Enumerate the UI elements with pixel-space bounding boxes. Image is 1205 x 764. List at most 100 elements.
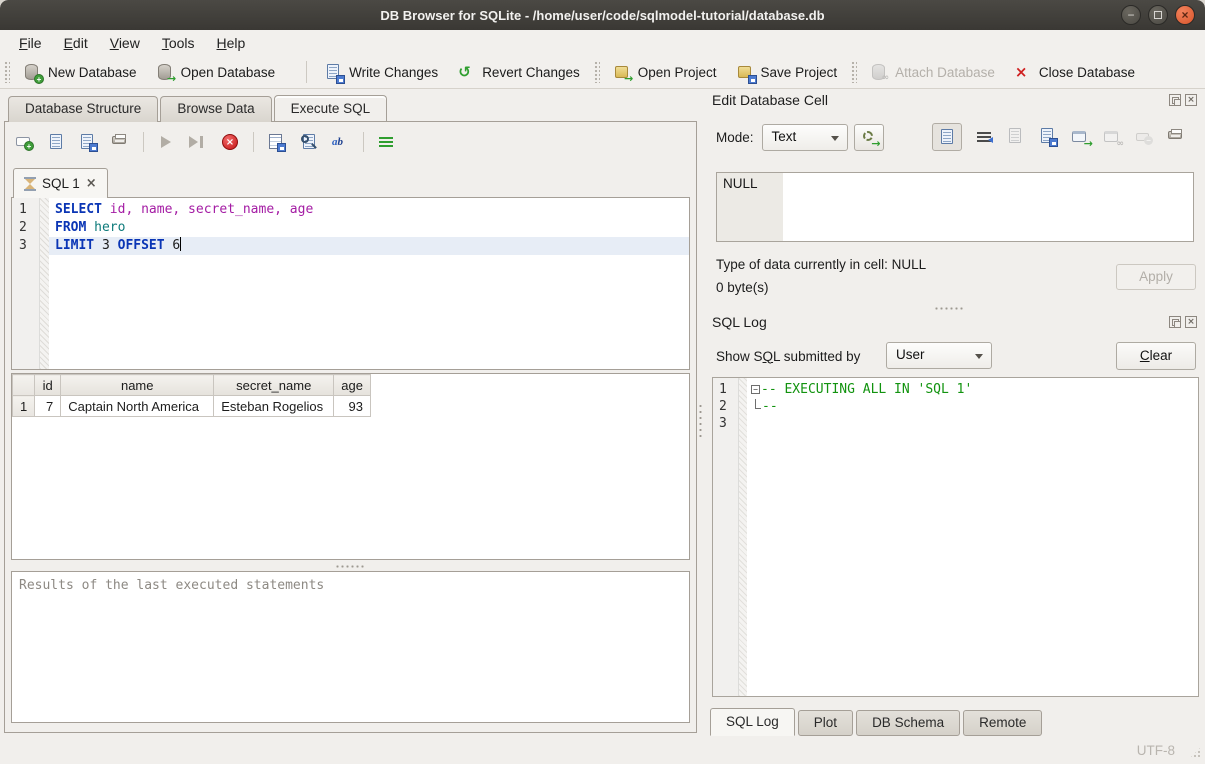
tab-database-structure[interactable]: Database Structure bbox=[8, 96, 158, 122]
menu-tools[interactable]: Tools bbox=[151, 32, 206, 54]
float-dock-icon[interactable] bbox=[1169, 94, 1181, 106]
sql-code-editor[interactable]: 1 2 3 SELECT id, name, secret_name, age … bbox=[11, 197, 690, 370]
sql-log-view[interactable]: 1 2 3 -- EXECUTING ALL IN 'SQL 1' -- bbox=[712, 377, 1199, 697]
cell-id[interactable]: 7 bbox=[35, 396, 61, 417]
word-wrap-icon bbox=[977, 132, 991, 142]
dock-tab-remote[interactable]: Remote bbox=[963, 710, 1042, 736]
export-data-button[interactable] bbox=[1039, 128, 1058, 147]
column-header-age[interactable]: age bbox=[334, 375, 371, 396]
dock-tab-plot[interactable]: Plot bbox=[798, 710, 853, 736]
toolbar-drag-handle[interactable] bbox=[594, 61, 600, 83]
cell-value-editor[interactable]: NULL bbox=[716, 172, 1194, 242]
find-icon[interactable] bbox=[299, 133, 318, 152]
code-line-current: LIMIT 3 OFFSET 6 bbox=[49, 237, 689, 255]
tab-execute-sql[interactable]: Execute SQL bbox=[274, 95, 388, 121]
sql-document-tab[interactable]: SQL 1 × bbox=[13, 168, 108, 198]
toolbar-separator bbox=[363, 132, 364, 152]
toolbar-drag-handle[interactable] bbox=[851, 61, 857, 83]
sql-code-area[interactable]: SELECT id, name, secret_name, age FROM h… bbox=[49, 198, 689, 369]
results-grid: id name secret_name age 1 7 Captain Nort… bbox=[11, 373, 690, 560]
db-browser-window: DB Browser for SQLite - /home/user/code/… bbox=[0, 0, 1205, 764]
results-message-box[interactable]: Results of the last executed statements bbox=[11, 571, 690, 723]
apply-button: Apply bbox=[1116, 264, 1196, 290]
log-line bbox=[749, 415, 1198, 432]
dock-tab-db-schema[interactable]: DB Schema bbox=[856, 710, 960, 736]
window-title: DB Browser for SQLite - /home/user/code/… bbox=[380, 8, 824, 23]
close-sql-tab-icon[interactable]: × bbox=[86, 177, 97, 190]
save-sql-file-icon[interactable] bbox=[79, 133, 98, 152]
close-dock-icon[interactable]: × bbox=[1185, 316, 1197, 328]
execute-current-line-icon bbox=[189, 133, 208, 152]
tab-browse-data[interactable]: Browse Data bbox=[160, 96, 271, 122]
find-replace-icon[interactable]: ab bbox=[331, 133, 350, 152]
column-header-secret-name[interactable]: secret_name bbox=[214, 375, 334, 396]
right-dock: Edit Database Cell × Mode: Text → → ∞ NU… bbox=[704, 90, 1203, 738]
cell-size-text: 0 byte(s) bbox=[716, 280, 769, 295]
open-external-button[interactable]: → bbox=[1071, 128, 1090, 147]
set-null-button bbox=[1135, 128, 1154, 147]
menu-file[interactable]: File bbox=[8, 32, 53, 54]
minimize-button[interactable]: − bbox=[1121, 5, 1141, 25]
cell-edit-area[interactable] bbox=[783, 173, 1193, 241]
mode-select[interactable]: Text bbox=[762, 124, 848, 151]
write-changes-icon bbox=[325, 64, 342, 81]
menu-view[interactable]: View bbox=[99, 32, 151, 54]
revert-changes-icon: ↺ bbox=[458, 64, 475, 81]
close-button[interactable]: × bbox=[1175, 5, 1195, 25]
text-mode-button[interactable] bbox=[932, 123, 962, 151]
cell-editor-icons: → ∞ bbox=[932, 123, 1186, 151]
open-sql-file-icon[interactable] bbox=[47, 133, 66, 152]
word-wrap-button[interactable] bbox=[975, 128, 994, 147]
save-project-button[interactable]: Save Project bbox=[727, 60, 848, 85]
maximize-button[interactable] bbox=[1148, 5, 1168, 25]
open-database-button[interactable]: → Open Database bbox=[147, 60, 299, 85]
revert-changes-button[interactable]: ↺ Revert Changes bbox=[448, 60, 590, 85]
row-number[interactable]: 1 bbox=[13, 396, 35, 417]
toolbar-separator bbox=[306, 61, 307, 83]
cell-secret-name[interactable]: Esteban Rogelios bbox=[214, 396, 334, 417]
print-icon[interactable] bbox=[111, 133, 130, 152]
write-changes-button[interactable]: Write Changes bbox=[315, 60, 448, 85]
new-database-button[interactable]: + New Database bbox=[14, 60, 147, 85]
print-icon bbox=[1168, 131, 1182, 139]
print-cell-button[interactable] bbox=[1167, 128, 1186, 147]
table-row: 1 7 Captain North America Esteban Rogeli… bbox=[13, 396, 371, 417]
log-content[interactable]: -- EXECUTING ALL IN 'SQL 1' -- bbox=[747, 378, 1198, 696]
window-controls: − × bbox=[1121, 5, 1195, 25]
filter-label: Show SQL submitted by bbox=[716, 349, 860, 364]
export-results-icon[interactable] bbox=[267, 133, 286, 152]
column-header-name[interactable]: name bbox=[61, 375, 214, 396]
execute-sql-panel: + × ab SQL 1 × 1 2 3 bbox=[4, 121, 697, 733]
menu-help[interactable]: Help bbox=[206, 32, 257, 54]
menu-edit[interactable]: Edit bbox=[53, 32, 99, 54]
submitter-select[interactable]: User bbox=[886, 342, 992, 369]
dock-splitter-handle[interactable] bbox=[698, 403, 703, 437]
stop-icon[interactable]: × bbox=[221, 133, 240, 152]
fold-collapse-icon[interactable] bbox=[751, 385, 760, 394]
format-sql-icon[interactable] bbox=[377, 133, 396, 152]
clear-log-button[interactable]: Clear bbox=[1116, 342, 1196, 370]
copy-link-button: ∞ bbox=[1103, 128, 1122, 147]
fold-connector bbox=[755, 399, 761, 409]
sql-log-filter-row: Show SQL submitted by User bbox=[716, 342, 860, 370]
encoding-indicator: UTF-8 bbox=[1137, 743, 1175, 758]
column-header-id[interactable]: id bbox=[35, 375, 61, 396]
splitter-handle[interactable] bbox=[335, 564, 365, 570]
close-dock-icon[interactable]: × bbox=[1185, 94, 1197, 106]
cell-null-indicator: NULL bbox=[717, 173, 783, 241]
import-settings-button[interactable]: → bbox=[854, 124, 884, 151]
splitter-handle[interactable] bbox=[934, 306, 964, 312]
database-open-icon: → bbox=[157, 64, 174, 81]
resize-grip[interactable] bbox=[1189, 746, 1202, 759]
cell-age[interactable]: 93 bbox=[334, 396, 371, 417]
sql-log-title: SQL Log bbox=[712, 314, 767, 330]
open-project-button[interactable]: → Open Project bbox=[604, 60, 727, 85]
cell-name[interactable]: Captain North America bbox=[61, 396, 214, 417]
close-database-button[interactable]: × Close Database bbox=[1005, 60, 1145, 85]
toolbar-separator bbox=[253, 132, 254, 152]
toolbar-drag-handle[interactable] bbox=[4, 61, 10, 83]
float-dock-icon[interactable] bbox=[1169, 316, 1181, 328]
dock-controls: × bbox=[1169, 316, 1197, 328]
new-sql-tab-icon[interactable]: + bbox=[15, 133, 34, 152]
dock-tab-sql-log[interactable]: SQL Log bbox=[710, 708, 795, 736]
